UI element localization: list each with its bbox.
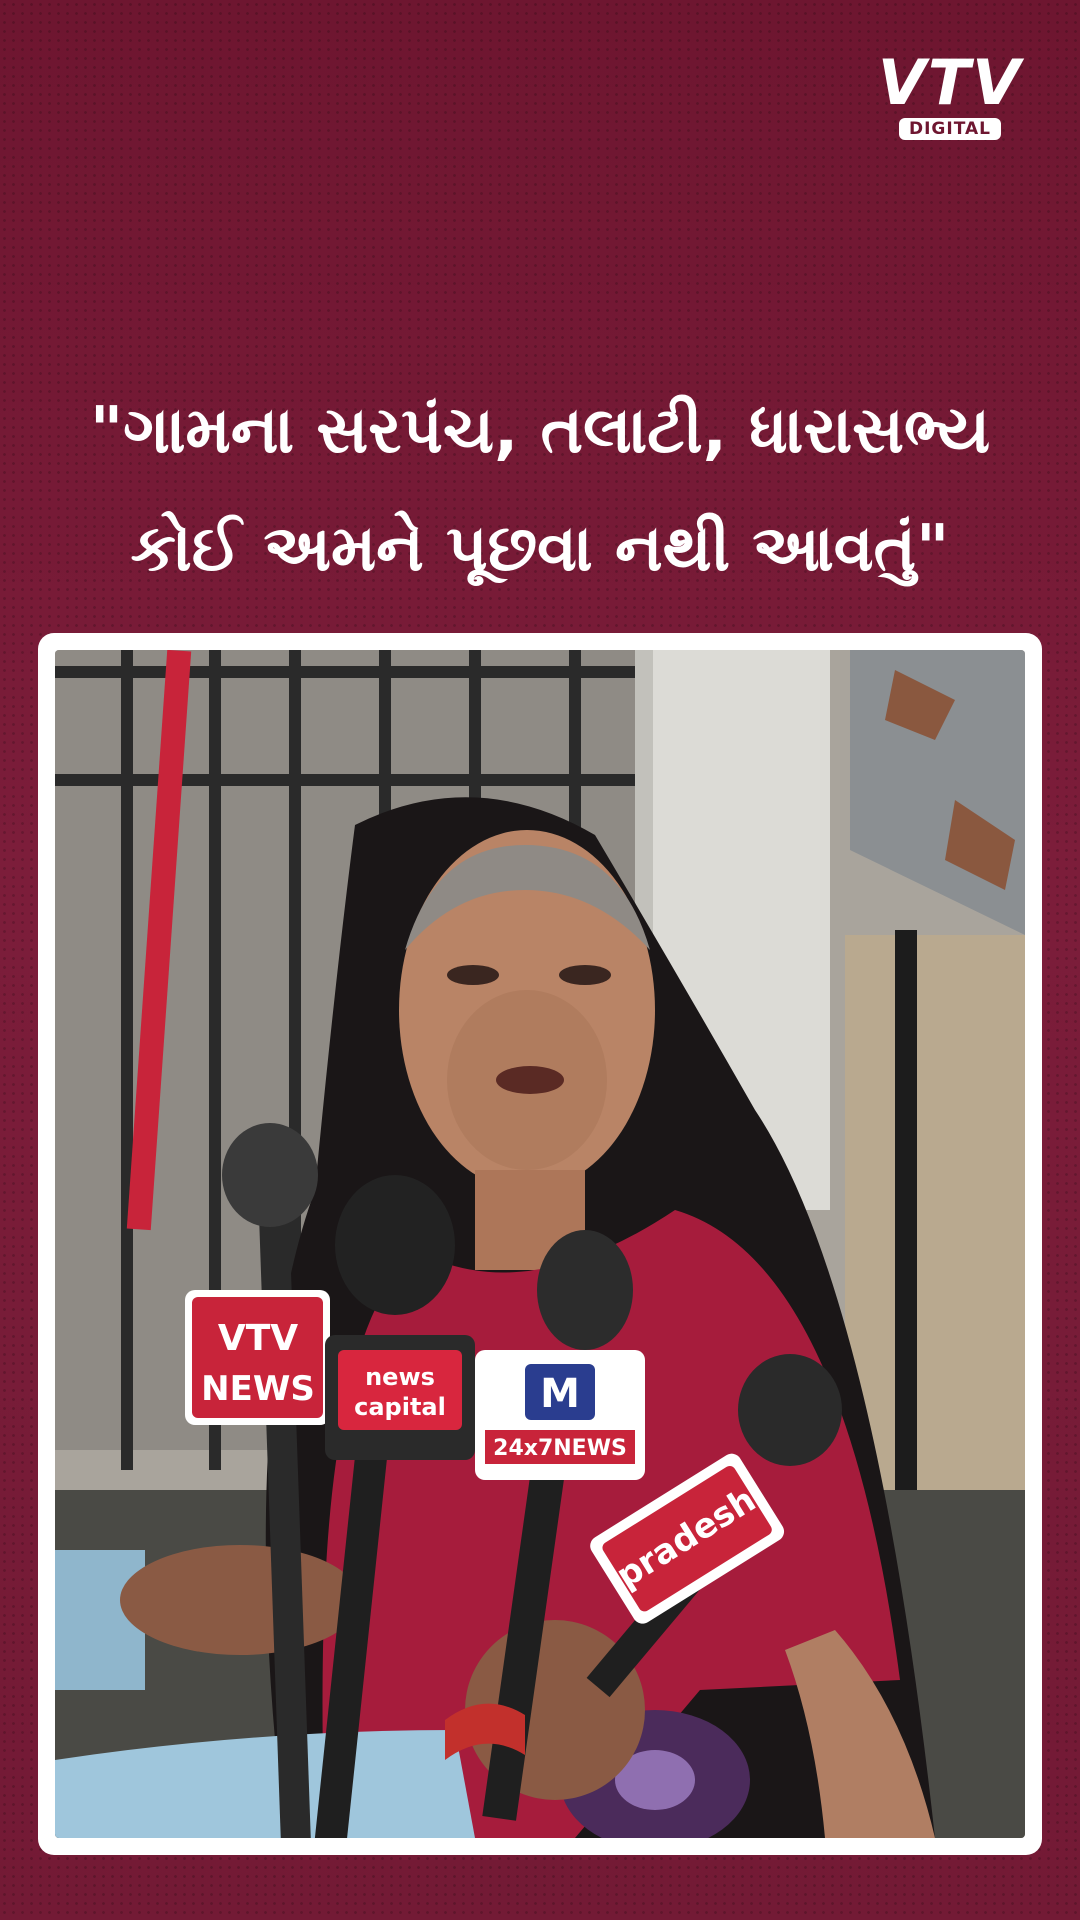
headline-line-1: "ગામના સરપંચ, તલાટી, ધારાસભ્ય [89,394,991,468]
mic-capital-line2: capital [354,1393,446,1421]
mic-vtv-line2: NEWS [201,1369,315,1409]
mic-mantavya-line: 24x7NEWS [493,1436,627,1461]
headline-line-2: કોઈ અમને પૂછવા નથી આવતું" [130,512,950,586]
logo-text: VTV [877,46,1023,119]
interview-photo: VTV NEWS news capital M 24x7NEWS pradesh [55,650,1025,1838]
photo-frame: VTV NEWS news capital M 24x7NEWS pradesh [38,633,1042,1855]
mic-mantavya-badge: M [540,1371,580,1417]
vtv-digital-logo: VTV DIGITAL [870,52,1030,140]
mic-capital-line1: news [365,1363,435,1391]
interview-photo-illustration: VTV NEWS news capital M 24x7NEWS pradesh [55,650,1025,1838]
mic-vtv-line1: VTV [218,1318,298,1359]
logo-subtext: DIGITAL [899,118,1001,140]
headline: "ગામના સરપંચ, તલાટી, ધારાસભ્ય કોઈ અમને પ… [40,372,1040,608]
